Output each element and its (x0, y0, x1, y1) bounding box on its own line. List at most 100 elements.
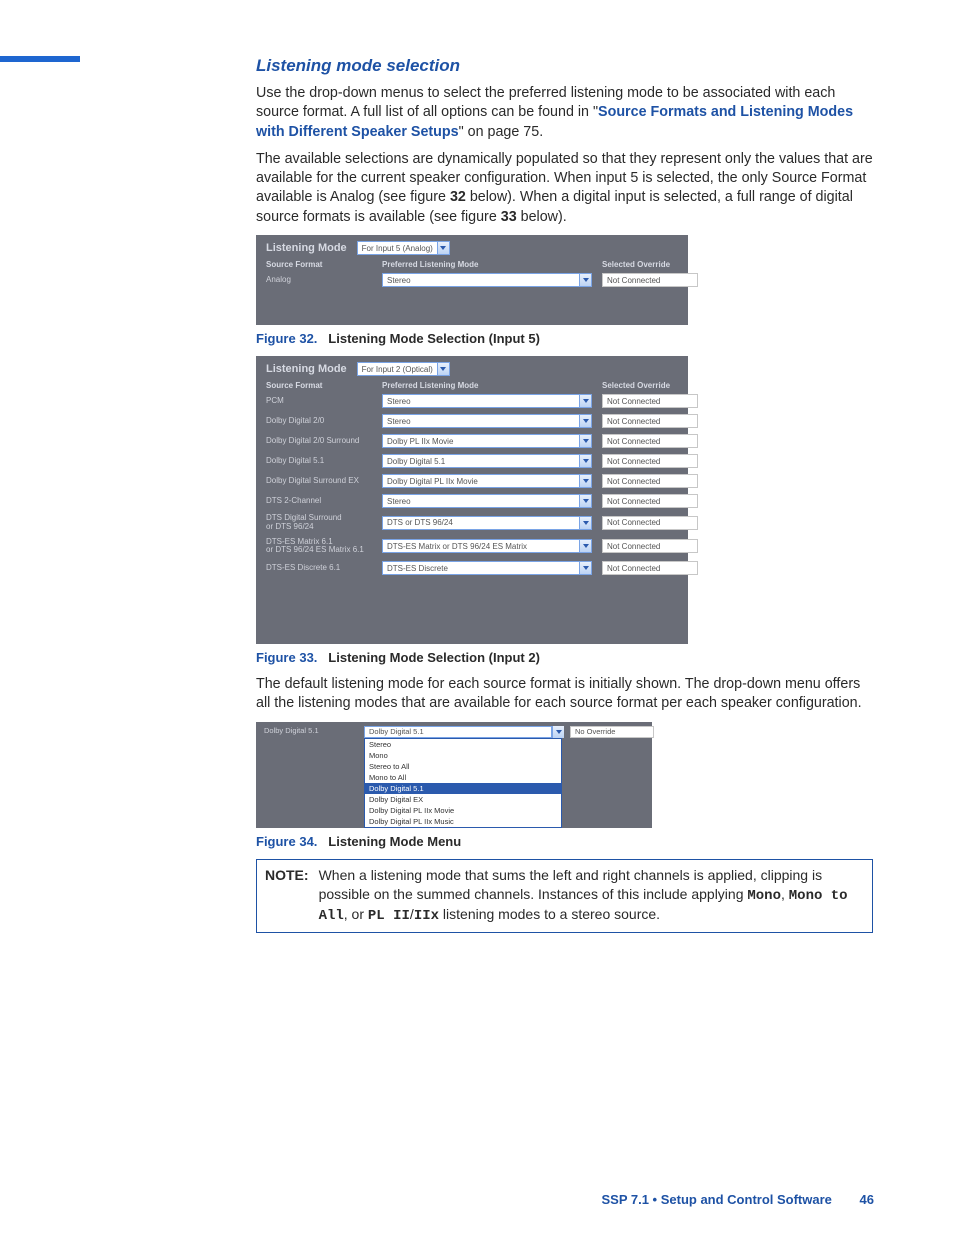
override-value: Not Connected (602, 394, 698, 408)
chevron-down-icon[interactable] (552, 726, 564, 738)
preferred-mode-dropdown[interactable]: Dolby Digital PL IIx Movie (382, 474, 592, 488)
figure-34-caption: Figure 34. Listening Mode Menu (256, 834, 873, 849)
col-selected-override: Selected Override (602, 381, 698, 390)
override-value: Not Connected (602, 454, 698, 468)
figure-ref-33: 33 (501, 209, 517, 225)
table-row: DTS-ES Discrete 6.1DTS-ES DiscreteNot Co… (256, 559, 688, 579)
col-selected-override: Selected Override (602, 260, 698, 269)
mono-text: IIx (414, 908, 439, 924)
dropdown-value: Stereo (382, 273, 580, 287)
dropdown-option[interactable]: Mono (365, 750, 561, 761)
chevron-down-icon[interactable] (580, 474, 592, 488)
preferred-mode-dropdown[interactable]: DTS-ES Discrete (382, 561, 592, 575)
dropdown-value: For Input 2 (Optical) (358, 365, 437, 374)
input-select-dropdown[interactable]: For Input 2 (Optical) (357, 362, 450, 376)
preferred-mode-dropdown[interactable]: DTS-ES Matrix or DTS 96/24 ES Matrix (382, 539, 592, 553)
dropdown-value: DTS-ES Discrete (382, 561, 580, 575)
source-format-label: DTS-ES Matrix 6.1or DTS 96/24 ES Matrix … (266, 538, 372, 556)
note-text: When a listening mode that sums the left… (319, 866, 864, 927)
override-value: Not Connected (602, 414, 698, 428)
preferred-mode-dropdown[interactable]: Dolby Digital 5.1 (364, 726, 564, 738)
accent-bar (0, 56, 80, 62)
note-box: NOTE: When a listening mode that sums th… (256, 859, 873, 934)
chevron-down-icon[interactable] (580, 414, 592, 428)
preferred-mode-dropdown[interactable]: Stereo (382, 394, 592, 408)
table-row: Dolby Digital 2/0 Surround Dolby PL IIx M… (256, 432, 688, 452)
chevron-down-icon[interactable] (437, 363, 449, 375)
preferred-mode-dropdown[interactable]: Stereo (382, 273, 592, 287)
preferred-mode-dropdown[interactable]: Stereo (382, 494, 592, 508)
mono-text: Mono (747, 888, 781, 904)
override-value: No Override (570, 726, 654, 738)
override-value: Not Connected (602, 516, 698, 530)
source-format-label: Dolby Digital 2/0 Surround (266, 437, 372, 446)
source-format-label: Dolby Digital Surround EX (266, 477, 372, 486)
source-format-label: DTS Digital Surroundor DTS 96/24 (266, 514, 372, 532)
table-row: DTS-ES Matrix 6.1or DTS 96/24 ES Matrix … (256, 536, 688, 560)
chevron-down-icon[interactable] (580, 434, 592, 448)
figure-number: Figure 34. (256, 834, 317, 849)
chevron-down-icon[interactable] (437, 242, 449, 254)
input-select-dropdown[interactable]: For Input 5 (Analog) (357, 241, 450, 255)
override-value: Not Connected (602, 273, 698, 287)
table-row: Dolby Digital 5.1Dolby Digital 5.1Not Co… (256, 452, 688, 472)
table-row: DTS Digital Surroundor DTS 96/24 DTS or D… (256, 512, 688, 536)
dropdown-option[interactable]: Stereo to All (365, 761, 561, 772)
text: listening modes to a stereo source. (439, 906, 660, 922)
dropdown-options-list[interactable]: StereoMonoStereo to AllMono to AllDolby … (364, 738, 562, 828)
col-source-format: Source Format (266, 260, 372, 269)
section-title: Listening mode selection (256, 56, 873, 76)
source-format-label: Analog (266, 276, 372, 285)
preferred-mode-dropdown[interactable]: Stereo (382, 414, 592, 428)
chevron-down-icon[interactable] (580, 539, 592, 553)
dropdown-option[interactable]: Dolby Digital 5.1 (365, 783, 561, 794)
figure-number: Figure 32. (256, 331, 317, 346)
source-format-label: DTS-ES Discrete 6.1 (266, 564, 372, 573)
override-value: Not Connected (602, 494, 698, 508)
figure-title: Listening Mode Selection (Input 2) (328, 650, 540, 665)
figure-ref-32: 32 (450, 189, 466, 205)
dropdown-option[interactable]: Dolby Digital PL IIx Music (365, 816, 561, 827)
override-value: Not Connected (602, 434, 698, 448)
preferred-mode-dropdown[interactable]: Dolby Digital 5.1 (382, 454, 592, 468)
footer-page-number: 46 (860, 1192, 874, 1207)
chevron-down-icon[interactable] (580, 494, 592, 508)
col-preferred-mode: Preferred Listening Mode (382, 260, 592, 269)
source-format-label: Dolby Digital 2/0 (266, 417, 372, 426)
text: below). (517, 209, 567, 225)
table-row: PCMStereoNot Connected (256, 392, 688, 412)
dropdown-value: Dolby PL IIx Movie (382, 434, 580, 448)
text: " on page 75. (459, 124, 544, 140)
col-source-format: Source Format (266, 381, 372, 390)
dropdown-value: DTS or DTS 96/24 (382, 516, 580, 530)
figure-34-panel: Dolby Digital 5.1 Dolby Digital 5.1 No O… (256, 722, 652, 828)
paragraph-1: Use the drop-down menus to select the pr… (256, 84, 873, 142)
preferred-mode-dropdown[interactable]: Dolby PL IIx Movie (382, 434, 592, 448)
dropdown-option[interactable]: Dolby Digital EX (365, 794, 561, 805)
dropdown-option[interactable]: Dolby Digital PL IIx Movie (365, 805, 561, 816)
chevron-down-icon[interactable] (580, 561, 592, 575)
paragraph-3: The default listening mode for each sour… (256, 675, 873, 714)
table-row: Dolby Digital 2/0StereoNot Connected (256, 412, 688, 432)
panel-title: Listening Mode (266, 363, 347, 375)
override-value: Not Connected (602, 561, 698, 575)
dropdown-value: Dolby Digital 5.1 (364, 726, 552, 738)
figure-number: Figure 33. (256, 650, 317, 665)
note-label: NOTE: (265, 866, 309, 927)
preferred-mode-dropdown[interactable]: DTS or DTS 96/24 (382, 516, 592, 530)
chevron-down-icon[interactable] (580, 516, 592, 530)
chevron-down-icon[interactable] (580, 454, 592, 468)
source-format-label: PCM (266, 397, 372, 406)
dropdown-option[interactable]: Stereo (365, 739, 561, 750)
dropdown-value: Dolby Digital 5.1 (382, 454, 580, 468)
chevron-down-icon[interactable] (580, 273, 592, 287)
figure-33-panel: Listening Mode For Input 2 (Optical) Sou… (256, 356, 688, 644)
mono-text: PL II (368, 908, 410, 924)
source-format-label: Dolby Digital 5.1 (264, 726, 358, 735)
dropdown-option[interactable]: Mono to All (365, 772, 561, 783)
figure-title: Listening Mode Selection (Input 5) (328, 331, 540, 346)
footer-title: SSP 7.1 • Setup and Control Software (601, 1192, 831, 1207)
figure-32-caption: Figure 32. Listening Mode Selection (Inp… (256, 331, 873, 346)
chevron-down-icon[interactable] (580, 394, 592, 408)
figure-title: Listening Mode Menu (328, 834, 461, 849)
